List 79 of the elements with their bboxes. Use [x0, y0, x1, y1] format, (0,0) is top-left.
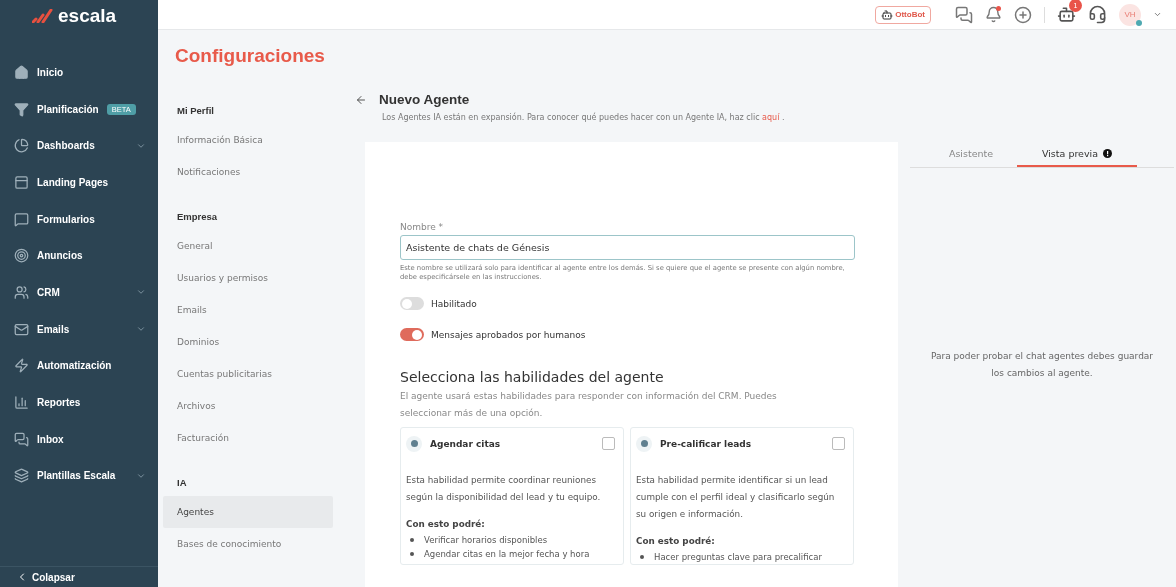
- toggle-switch[interactable]: [400, 328, 424, 342]
- nav-item[interactable]: Anuncios: [0, 237, 158, 275]
- skills-description: El agente usará estas habilidades para responder con información del CRM. Puedes seleccionar más de una opción.: [400, 390, 778, 421]
- nav-item[interactable]: Automatización: [0, 347, 158, 385]
- skill-checkbox[interactable]: [602, 437, 615, 451]
- preview-message: Para poder probar el chat agentes debes guardar los cambios al agente.: [930, 350, 1154, 381]
- bullet-icon: [410, 551, 414, 556]
- skill-list-heading: Con esto podré:: [406, 517, 486, 531]
- bullet-icon: [640, 554, 644, 559]
- skill-checkbox[interactable]: [832, 437, 845, 451]
- caret-icon[interactable]: [1153, 10, 1162, 19]
- skill-title: Agendar citas: [430, 438, 502, 449]
- skill-bullet: Agendar citas en la mejor fecha y hora: [424, 547, 590, 561]
- settings-nav-item[interactable]: Emails: [163, 294, 333, 326]
- skills-heading: Selecciona las habilidades del agente: [400, 369, 665, 386]
- nav-item[interactable]: Landing Pages: [0, 164, 158, 201]
- skill-bullet: Hacer preguntas clave para precalificar: [654, 550, 822, 564]
- skill-description: Esta habilidad permite coordinar reuniones según la disponibilidad del lead y tu equipo.: [406, 473, 602, 504]
- bar-chart-icon: [14, 395, 29, 411]
- skill-bullet: Verificar horarios disponibles: [424, 533, 548, 547]
- settings-nav-item[interactable]: Bases de conocimiento: [163, 528, 333, 560]
- agent-description: Los Agentes IA están en expansión. Para conocer qué puedes hacer con un Agente IA, haz clic aquí .: [382, 113, 786, 122]
- alert-icon: [1103, 149, 1113, 158]
- settings-nav-item[interactable]: Archivos: [163, 390, 333, 422]
- chat-icon: [14, 431, 29, 447]
- field-label: Nombre *: [400, 222, 445, 232]
- settings-nav-item[interactable]: Agentes: [163, 496, 333, 528]
- filter-icon: [14, 101, 29, 117]
- nav-item[interactable]: Formularios: [0, 200, 158, 238]
- nav-item[interactable]: Dashboards: [0, 127, 158, 165]
- skill-description: Esta habilidad permite identificar si un lead cumple con el perfil ideal y clasificarlo según su origen e información.: [636, 473, 836, 521]
- section-heading: Mi Perfil: [176, 104, 215, 118]
- name-input-field[interactable]: Asistente de chats de Génesis: [400, 235, 855, 260]
- robot-icon[interactable]: [1057, 5, 1076, 24]
- ottobot-button[interactable]: OttoBot: [875, 5, 931, 24]
- section-heading: IA: [176, 476, 188, 490]
- nav-item[interactable]: Emails: [0, 310, 158, 348]
- skill-list-heading: Con esto podré:: [636, 534, 716, 548]
- logo-text: escala: [58, 5, 117, 27]
- collapse-button[interactable]: Colapsar: [0, 566, 158, 587]
- form-icon: [14, 211, 29, 227]
- headset-icon[interactable]: [1088, 5, 1107, 24]
- chat-icon[interactable]: [955, 5, 973, 24]
- preview-tab[interactable]: Vista previa: [1017, 142, 1137, 167]
- users-icon: [14, 284, 29, 300]
- skill-title: Pre-calificar leads: [660, 438, 753, 449]
- layers-icon: [14, 468, 29, 484]
- skill-icon: [636, 435, 652, 452]
- lightning-icon: [14, 358, 29, 374]
- add-icon[interactable]: [1014, 5, 1032, 24]
- toggle-label: Mensajes aprobados por humanos: [431, 329, 586, 340]
- nav-item[interactable]: Inbox: [0, 420, 158, 458]
- skill-icon: [406, 435, 422, 452]
- robot-icon: [881, 8, 894, 21]
- window-icon: [14, 174, 29, 190]
- toggle-label: Habilitado: [431, 298, 477, 309]
- section-heading: Empresa: [176, 210, 219, 224]
- nav-item[interactable]: CRM: [0, 274, 158, 311]
- settings-nav-item[interactable]: Dominios: [163, 326, 333, 358]
- bullet-icon: [410, 537, 414, 542]
- settings-nav-item[interactable]: Información Básica: [163, 124, 333, 156]
- home-icon: [14, 64, 29, 80]
- logo-icon: [32, 9, 54, 23]
- bell-icon[interactable]: [985, 6, 1002, 23]
- settings-nav-item[interactable]: Cuentas publicitarias: [163, 358, 333, 390]
- target-icon: [14, 248, 29, 264]
- nav-item[interactable]: Reportes: [0, 384, 158, 421]
- nav-item[interactable]: Plantillas Escala: [0, 457, 158, 495]
- settings-nav-item[interactable]: Notificaciones: [163, 156, 333, 188]
- mail-icon: [14, 321, 29, 337]
- page-title: Configuraciones: [174, 44, 326, 68]
- back-arrow-icon[interactable]: [355, 93, 367, 106]
- settings-nav-item[interactable]: Facturación: [163, 422, 333, 454]
- agent-title: Nuevo Agente: [379, 92, 470, 107]
- settings-nav-item[interactable]: Usuarios y permisos: [163, 262, 333, 294]
- toggle-switch[interactable]: [400, 297, 424, 311]
- settings-nav-item[interactable]: General: [163, 230, 333, 262]
- pie-chart-icon: [14, 138, 29, 154]
- nav-item[interactable]: Inicio: [0, 54, 158, 91]
